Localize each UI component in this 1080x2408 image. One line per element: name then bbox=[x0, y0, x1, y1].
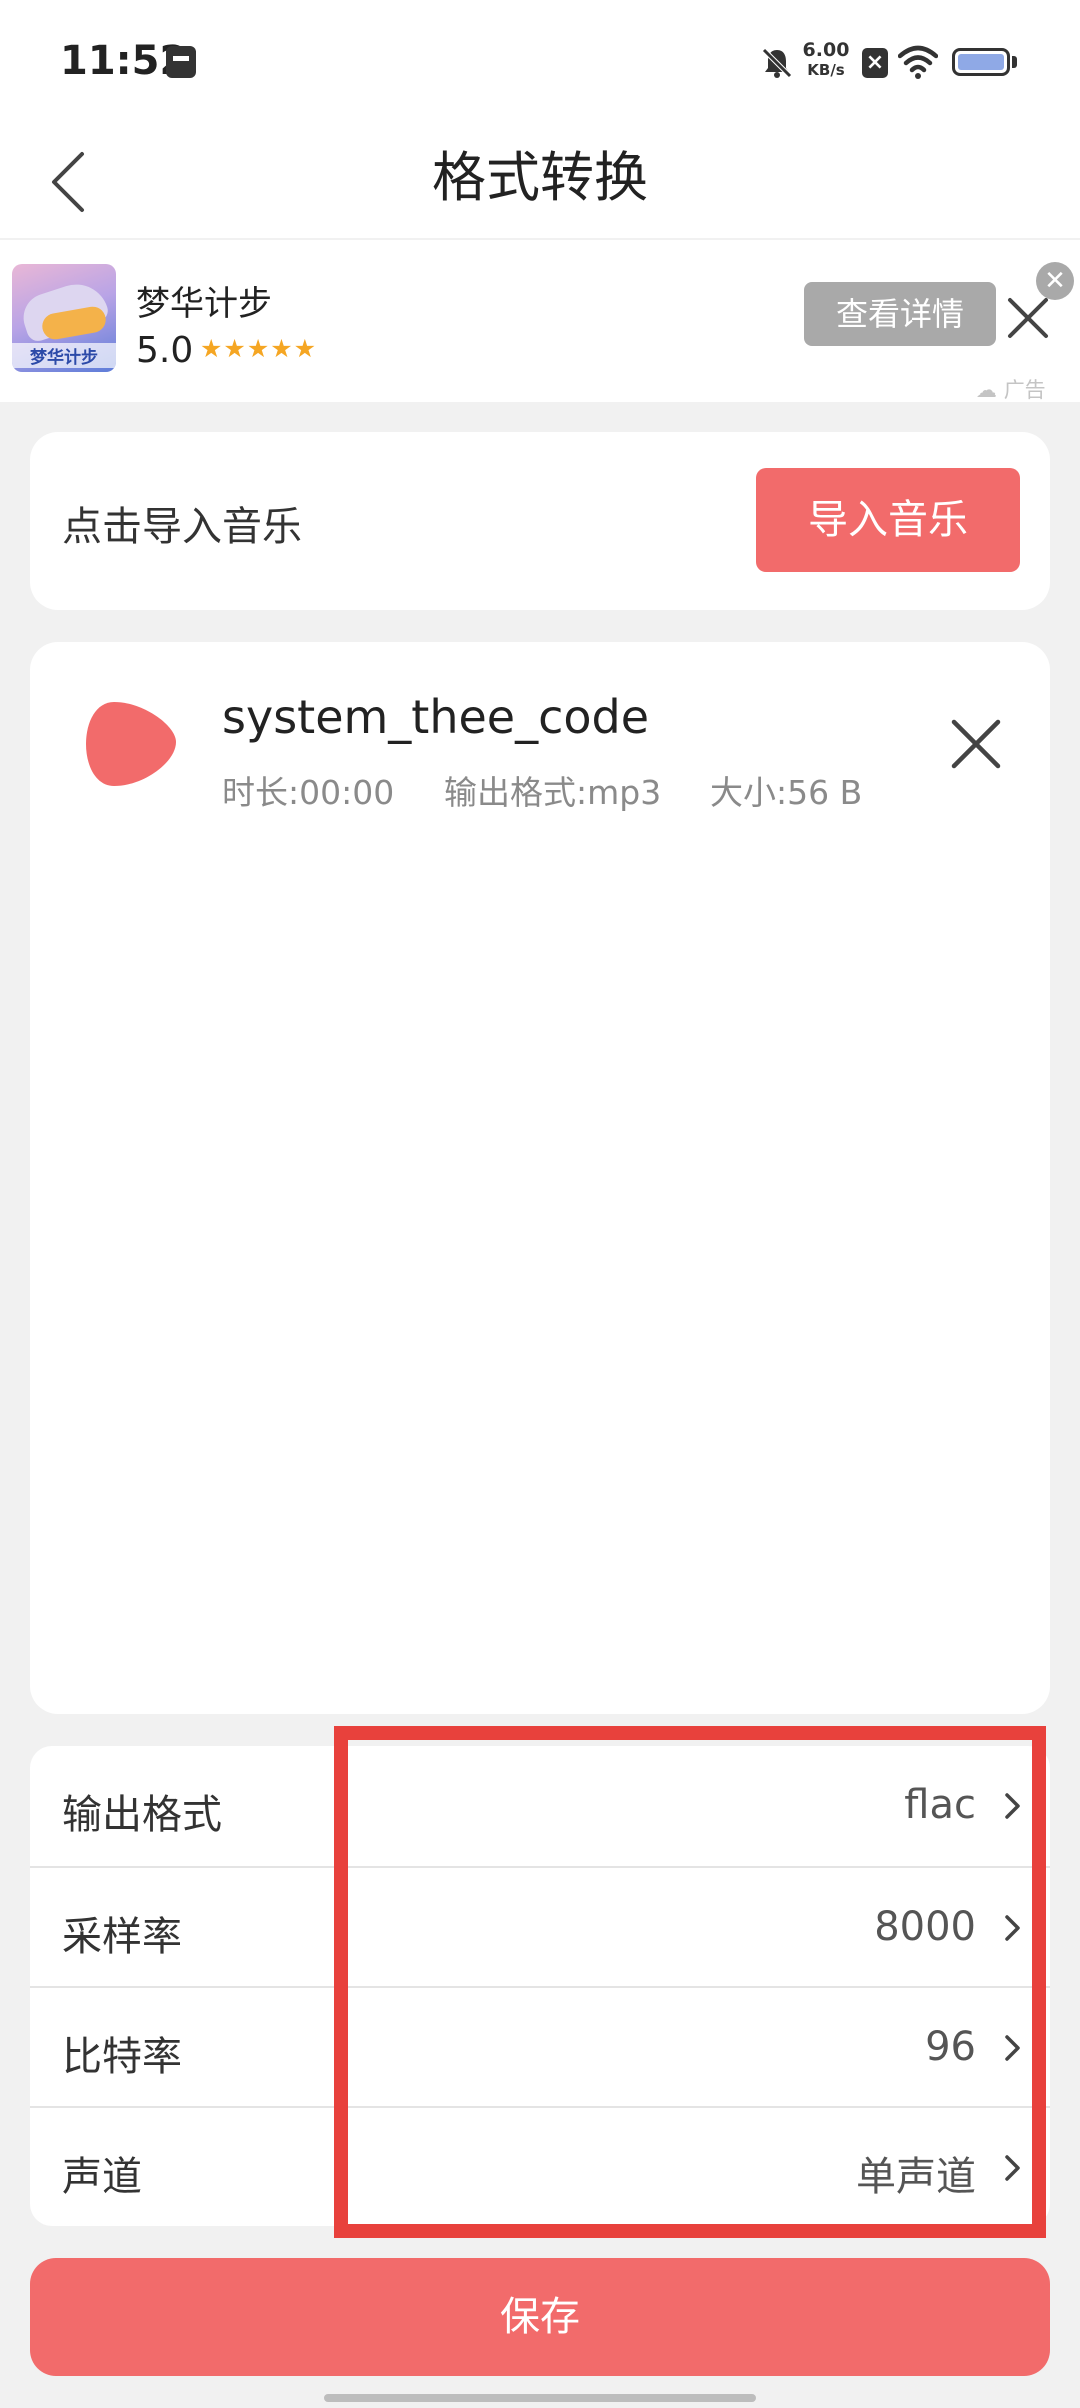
setting-value: 96 bbox=[925, 2024, 976, 2070]
music-file-icon bbox=[86, 702, 176, 786]
battery-tip bbox=[1012, 56, 1017, 68]
ad-app-name: 梦华计步 bbox=[136, 284, 272, 324]
blocked-icon: × bbox=[862, 48, 888, 78]
network-speed-unit: KB/s bbox=[807, 61, 845, 79]
home-indicator[interactable] bbox=[324, 2394, 756, 2402]
setting-label: 比特率 bbox=[62, 2034, 182, 2080]
setting-value: flac bbox=[904, 1782, 976, 1828]
ad-label: ☁ 广告 bbox=[976, 378, 1046, 402]
conversion-settings: 输出格式 flac 采样率 8000 比特率 96 声道 单声道 bbox=[30, 1746, 1050, 2226]
import-label[interactable]: 点击导入音乐 bbox=[62, 494, 302, 552]
setting-label: 采样率 bbox=[62, 1914, 182, 1960]
ad-dismiss-icon[interactable]: ✕ bbox=[1036, 262, 1074, 300]
ad-rating: 5.0 bbox=[136, 330, 194, 371]
battery-icon bbox=[952, 48, 1010, 76]
file-name: system_thee_code bbox=[222, 690, 650, 744]
network-speed: 6.00 KB/s bbox=[800, 40, 852, 80]
setting-label: 输出格式 bbox=[62, 1792, 222, 1838]
setting-value: 8000 bbox=[874, 1904, 976, 1950]
wifi-icon bbox=[898, 45, 938, 79]
chevron-right-icon bbox=[1005, 2155, 1020, 2181]
nav-bar: 格式转换 bbox=[0, 126, 1080, 238]
storage-icon bbox=[166, 46, 196, 78]
chevron-right-icon bbox=[1005, 1915, 1020, 1941]
save-button[interactable]: 保存 bbox=[30, 2258, 1050, 2376]
status-bar: 11:52 6.00 KB/s × bbox=[0, 0, 1080, 126]
setting-sample-rate-row[interactable]: 采样率 8000 bbox=[30, 1866, 1050, 1986]
setting-bit-rate-row[interactable]: 比特率 96 bbox=[30, 1986, 1050, 2106]
bell-mute-icon bbox=[762, 48, 792, 78]
setting-output-format-row[interactable]: 输出格式 flac bbox=[30, 1746, 1050, 1866]
ad-label-text: 广告 bbox=[1003, 378, 1046, 402]
chevron-right-icon bbox=[1005, 2035, 1020, 2061]
setting-value: 单声道 bbox=[856, 2154, 976, 2200]
chevron-right-icon bbox=[1005, 1793, 1020, 1819]
file-duration: 时长:00:00 bbox=[222, 773, 395, 812]
page-title: 格式转换 bbox=[432, 146, 648, 209]
network-speed-value: 6.00 bbox=[802, 39, 850, 61]
file-output-format: 输出格式:mp3 bbox=[444, 773, 662, 812]
ad-banner[interactable]: 梦华计步 梦华计步 5.0 ★★★★★ 查看详情 ✕ ☁ 广告 bbox=[0, 240, 1080, 402]
ad-detail-button[interactable]: 查看详情 bbox=[804, 282, 996, 346]
file-size: 大小:56 B bbox=[710, 773, 863, 812]
ad-app-icon[interactable]: 梦华计步 bbox=[12, 264, 116, 372]
file-list-card: system_thee_code 时长:00:00 输出格式:mp3 大小:56… bbox=[30, 642, 1050, 1714]
ad-icon-text: 梦华计步 bbox=[12, 343, 116, 368]
chevron-left-icon[interactable] bbox=[40, 144, 100, 220]
star-rating-icon: ★★★★★ bbox=[200, 334, 318, 363]
import-music-button[interactable]: 导入音乐 bbox=[756, 468, 1020, 572]
setting-channel-row[interactable]: 声道 单声道 bbox=[30, 2106, 1050, 2226]
import-card: 点击导入音乐 导入音乐 bbox=[30, 432, 1050, 610]
setting-label: 声道 bbox=[62, 2154, 142, 2200]
remove-file-icon[interactable] bbox=[946, 714, 1006, 774]
